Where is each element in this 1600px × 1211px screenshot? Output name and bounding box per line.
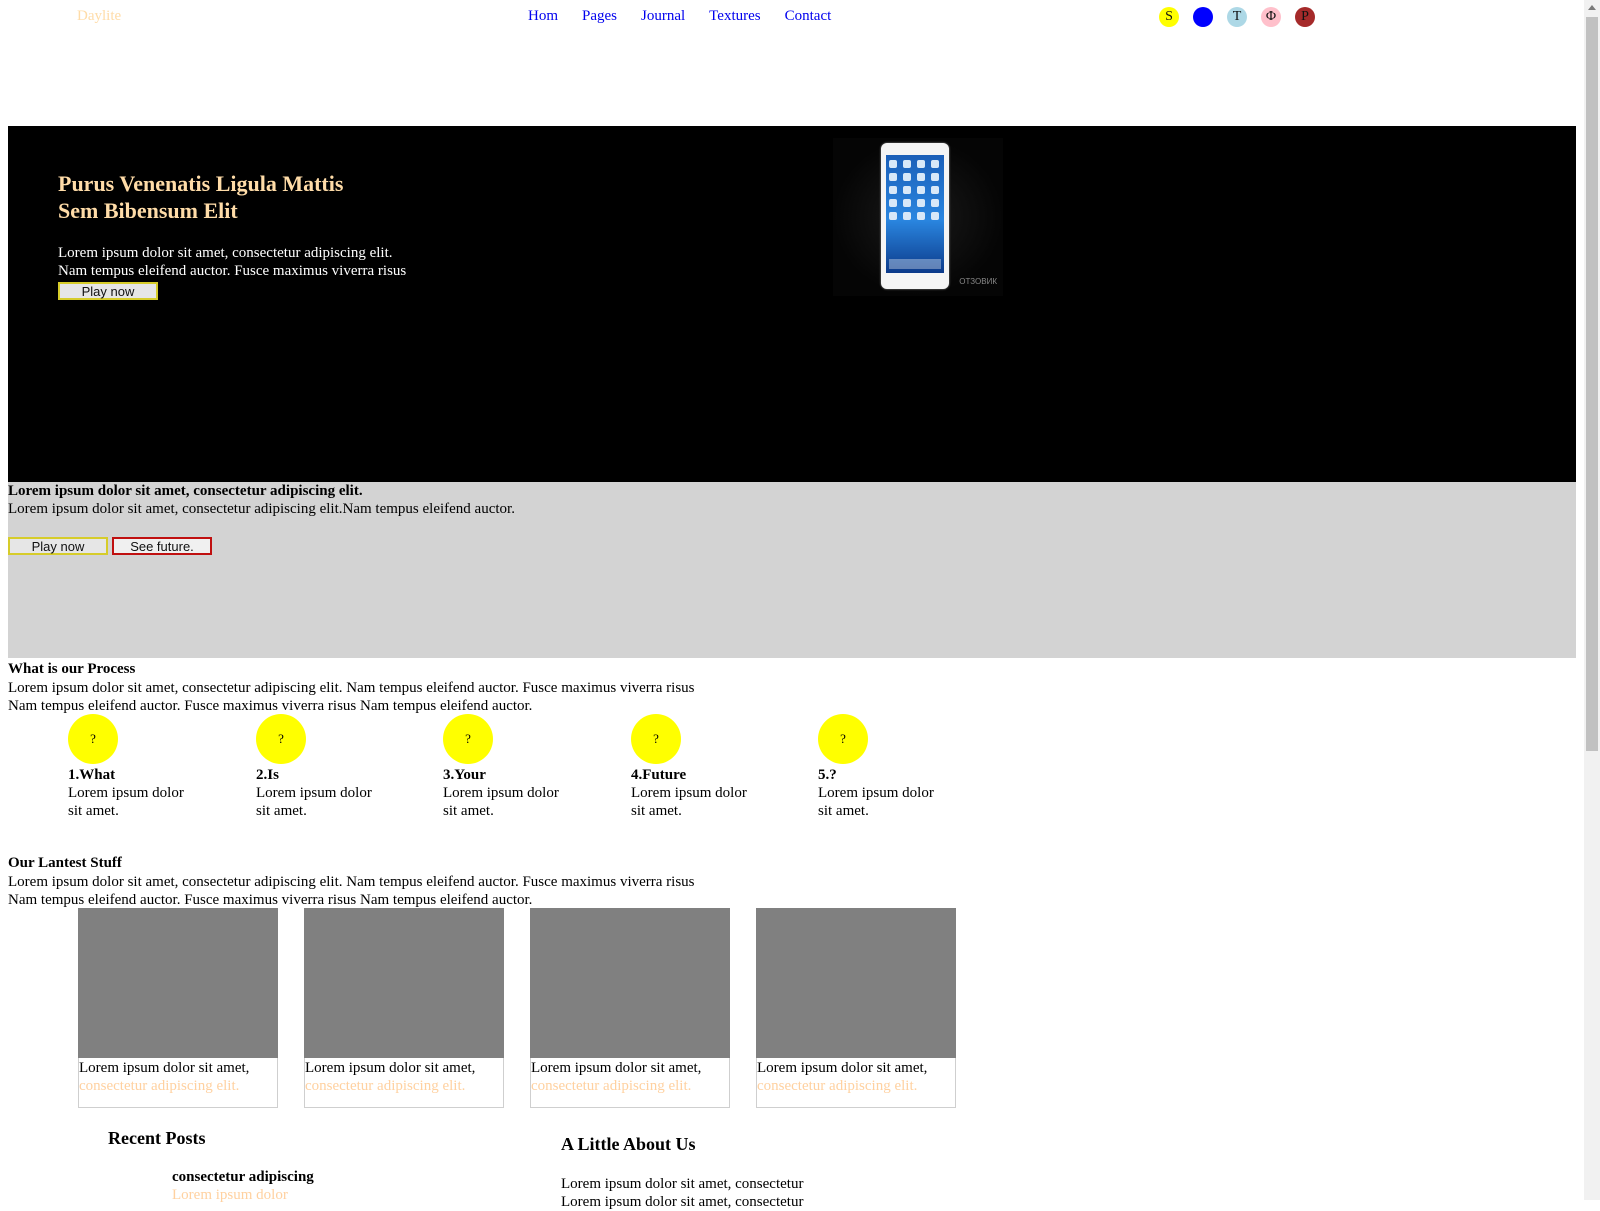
card-text: Lorem ipsum dolor sit amet, consectetur … — [305, 1059, 503, 1095]
hero-play-button[interactable]: Play now — [58, 282, 158, 300]
about-text-line2: Lorem ipsum dolor sit amet, consectetur — [561, 1194, 804, 1210]
band-heading: Lorem ipsum dolor sit amet, consectetur … — [8, 483, 363, 499]
card-image — [756, 908, 956, 1058]
nav-link-pages[interactable]: Pages — [582, 8, 617, 25]
card-line2: consectetur adipiscing elit. — [531, 1078, 692, 1094]
step-title: 4.Future — [631, 767, 687, 783]
step-text: Lorem ipsum dolor sit amet. — [631, 785, 747, 819]
process-text: Lorem ipsum dolor sit amet, consectetur … — [8, 679, 768, 715]
step-text: Lorem ipsum dolor sit amet. — [256, 785, 372, 819]
tablet-device — [881, 143, 949, 289]
tablet-screen — [886, 155, 944, 273]
image-watermark: ОТЗОВИК — [959, 277, 997, 286]
question-icon: ? — [818, 714, 868, 764]
main-nav: Hom Pages Journal Textures Contact — [528, 8, 855, 25]
site-logo[interactable]: Daylite — [77, 8, 121, 25]
question-icon: ? — [68, 714, 118, 764]
hero-text: Lorem ipsum dolor sit amet, consectetur … — [58, 244, 458, 280]
card-image — [78, 908, 278, 1058]
see-future-button[interactable]: See future. — [112, 537, 212, 555]
post-title[interactable]: consectetur adipiscing — [172, 1169, 314, 1186]
latest-card[interactable]: Lorem ipsum dolor sit amet, consectetur … — [530, 908, 730, 1108]
latest-card[interactable]: Lorem ipsum dolor sit amet, consectetur … — [304, 908, 504, 1108]
question-icon: ? — [256, 714, 306, 764]
card-image — [304, 908, 504, 1058]
t-social-icon[interactable]: T — [1227, 7, 1247, 27]
question-icon: ? — [443, 714, 493, 764]
process-step: ? 5.? Lorem ipsum dolor sit amet. — [818, 714, 958, 820]
card-line2: consectetur adipiscing elit. — [79, 1078, 240, 1094]
s-social-icon[interactable]: S — [1159, 7, 1179, 27]
step-text: Lorem ipsum dolor sit amet. — [818, 785, 934, 819]
latest-title: Our Lantest Stuff — [8, 855, 122, 871]
step-title: 2.Is — [256, 767, 279, 783]
hero-title: Purus Venenatis Ligula Mattis Sem Bibens… — [58, 170, 418, 224]
card-text: Lorem ipsum dolor sit amet, consectetur … — [757, 1059, 955, 1095]
nav-link-hom[interactable]: Hom — [528, 8, 558, 25]
process-text-line2: Nam tempus eleifend auctor. Fusce maximu… — [8, 698, 533, 714]
hero-title-line1: Purus Venenatis Ligula Mattis — [58, 171, 344, 196]
about-text-line1: Lorem ipsum dolor sit amet, consectetur — [561, 1176, 804, 1192]
social-links: S ♪ T Φ P — [1159, 7, 1315, 27]
p-social-icon[interactable]: P — [1295, 7, 1315, 27]
step-text: Lorem ipsum dolor sit amet. — [443, 785, 559, 819]
card-text: Lorem ipsum dolor sit amet, consectetur … — [531, 1059, 729, 1095]
card-text: Lorem ipsum dolor sit amet, consectetur … — [79, 1059, 277, 1095]
card-line2: consectetur adipiscing elit. — [305, 1078, 466, 1094]
post-subtitle[interactable]: Lorem ipsum dolor — [172, 1187, 288, 1204]
tablet-image: ОТЗОВИК — [833, 138, 1003, 296]
process-title: What is our Process — [8, 661, 136, 677]
about-text: Lorem ipsum dolor sit amet, consectetur … — [561, 1175, 803, 1211]
process-step: ? 1.What Lorem ipsum dolor sit amet. — [68, 714, 208, 820]
hero-title-line2: Sem Bibensum Elit — [58, 198, 238, 223]
step-title: 1.What — [68, 767, 116, 783]
card-line1: Lorem ipsum dolor sit amet, — [531, 1060, 702, 1076]
hero-text-line1: Lorem ipsum dolor sit amet, consectetur … — [58, 245, 393, 261]
card-line1: Lorem ipsum dolor sit amet, — [757, 1060, 928, 1076]
phi-social-icon[interactable]: Φ — [1261, 7, 1281, 27]
band-text: Lorem ipsum dolor sit amet, consectetur … — [8, 501, 515, 517]
hero-text-line2: Nam tempus eleifend auctor. Fusce maximu… — [58, 263, 407, 279]
process-step: ? 4.Future Lorem ipsum dolor sit amet. — [631, 714, 771, 820]
latest-text: Lorem ipsum dolor sit amet, consectetur … — [8, 873, 768, 909]
scrollbar-thumb[interactable] — [1586, 17, 1598, 751]
card-image — [530, 908, 730, 1058]
recent-posts-title: Recent Posts — [108, 1128, 206, 1148]
page-scrollbar[interactable] — [1584, 0, 1600, 1200]
step-text: Lorem ipsum dolor sit amet. — [68, 785, 184, 819]
step-title: 5.? — [818, 767, 837, 783]
latest-card[interactable]: Lorem ipsum dolor sit amet, consectetur … — [78, 908, 278, 1108]
band-play-button[interactable]: Play now — [8, 537, 108, 555]
process-text-line1: Lorem ipsum dolor sit amet, consectetur … — [8, 680, 695, 696]
latest-card[interactable]: Lorem ipsum dolor sit amet, consectetur … — [756, 908, 956, 1108]
scroll-up-arrow-icon[interactable] — [1588, 5, 1596, 10]
process-step: ? 3.Your Lorem ipsum dolor sit amet. — [443, 714, 583, 820]
card-line1: Lorem ipsum dolor sit amet, — [305, 1060, 476, 1076]
process-step: ? 2.Is Lorem ipsum dolor sit amet. — [256, 714, 396, 820]
about-title: A Little About Us — [561, 1134, 696, 1154]
latest-text-line2: Nam tempus eleifend auctor. Fusce maximu… — [8, 892, 533, 908]
nav-link-textures[interactable]: Textures — [709, 8, 760, 25]
question-icon: ? — [631, 714, 681, 764]
card-line1: Lorem ipsum dolor sit amet, — [79, 1060, 250, 1076]
nav-link-contact[interactable]: Contact — [785, 8, 832, 25]
step-title: 3.Your — [443, 767, 486, 783]
card-line2: consectetur adipiscing elit. — [757, 1078, 918, 1094]
latest-text-line1: Lorem ipsum dolor sit amet, consectetur … — [8, 874, 695, 890]
nav-link-journal[interactable]: Journal — [641, 8, 685, 25]
music-social-icon[interactable]: ♪ — [1193, 7, 1213, 27]
